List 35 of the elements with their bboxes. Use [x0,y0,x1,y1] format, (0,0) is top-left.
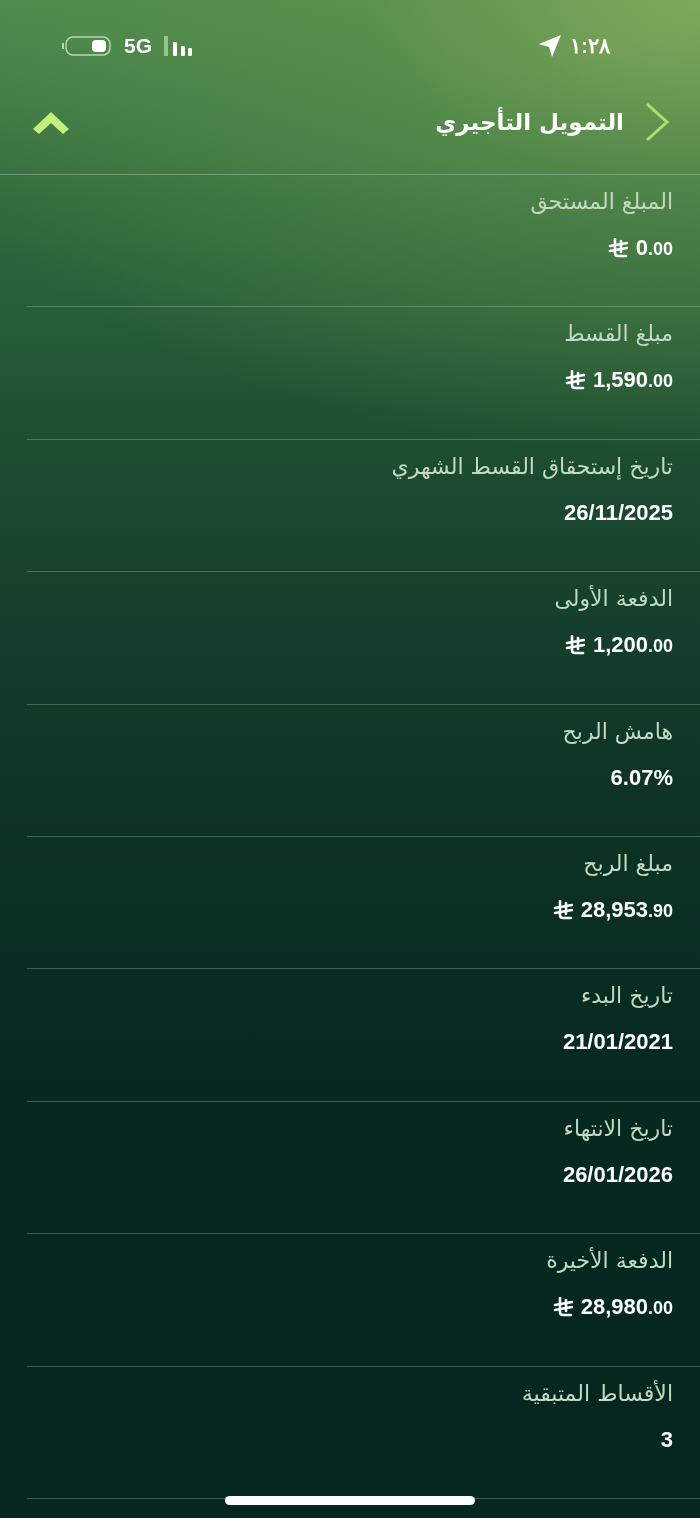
field-label: هامش الربح [562,718,673,746]
amount-value: 28,980.00 [580,1294,673,1321]
field-label: مبلغ القسط [564,321,673,349]
field-label: تاريخ إستحقاق القسط الشهري [391,453,673,482]
currency-icon [564,635,585,656]
amount-value: 0.00 [635,235,673,261]
field-value: 3 [660,1425,673,1454]
field-value: 26/11/2025 [564,498,673,527]
field-label: الدفعة الأخيرة [546,1248,673,1276]
location-icon [538,34,562,58]
amount-value: 28,953.90 [580,896,673,923]
back-button[interactable] [644,102,670,142]
field-label: تاريخ البدء [580,983,673,1011]
battery-icon [62,35,112,57]
amount-value: 1,200.00 [592,632,673,659]
chevron-up-icon [32,109,70,135]
field-label: مبلغ الربح [583,850,673,878]
field-value: 6.07% [610,763,673,792]
currency-icon [552,899,573,920]
currency-icon [552,1297,573,1318]
clock-time: ١:٢٨ [570,34,610,58]
currency-icon [607,238,628,258]
chevron-right-icon [644,102,670,142]
field-value: 26/01/2026 [562,1160,673,1189]
network-label: 5G [124,34,152,58]
field-label: المبلغ المستحق [530,189,673,216]
currency-icon [564,370,585,391]
field-label: الأقساط المتبقية [521,1380,673,1408]
field-label: تاريخ الانتهاء [563,1115,673,1143]
amount-value: 1,590.00 [592,367,673,394]
signal-icon [164,36,194,56]
field-label: الدفعة الأولى [554,586,673,614]
page-title: التمويل التأجيري [434,109,624,135]
collapse-button[interactable] [32,109,70,135]
field-value: 21/01/2021 [562,1028,673,1057]
